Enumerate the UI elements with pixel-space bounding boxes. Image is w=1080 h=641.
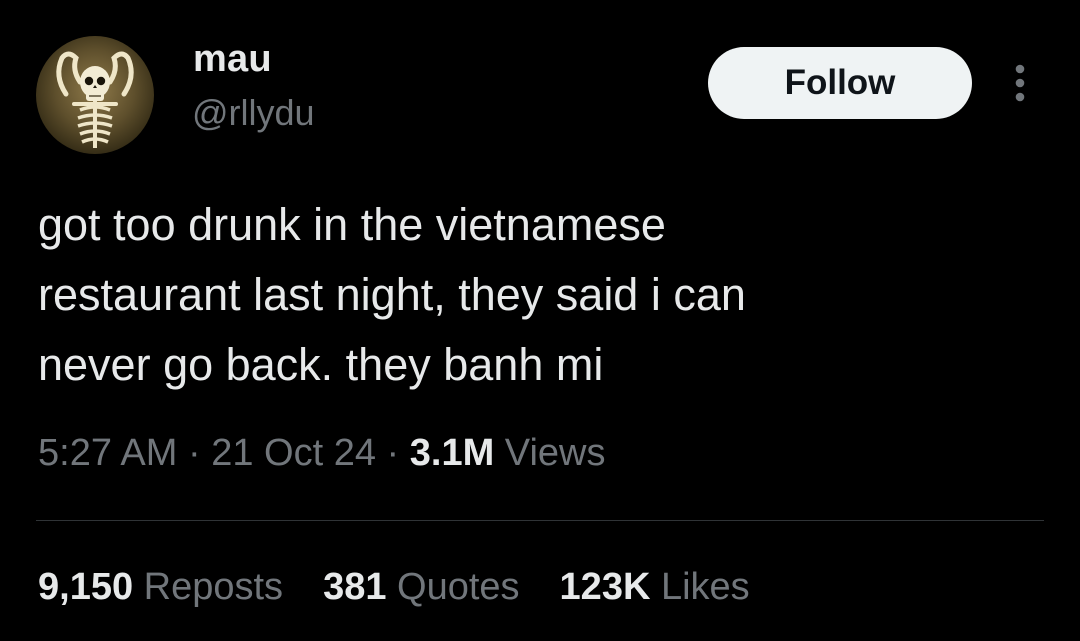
reposts-label: Reposts [133, 566, 284, 608]
reposts-stat[interactable]: 9,150 Reposts [38, 566, 283, 609]
skeleton-icon [56, 51, 134, 148]
tweet-text: got too drunk in the vietnamese restaura… [38, 190, 1038, 400]
likes-stat[interactable]: 123K Likes [560, 566, 750, 609]
meta-separator: · [177, 432, 212, 474]
tweet-time[interactable]: 5:27 AM [38, 432, 177, 474]
views-label: Views [494, 432, 606, 474]
likes-count: 123K [559, 566, 651, 608]
tweet-text-line: got too drunk in the vietnamese [38, 199, 666, 250]
engagement-stats: 9,150 Reposts 381 Quotes 123K Likes [38, 566, 750, 609]
tweet-text-line: never go back. they banh mi [38, 339, 604, 390]
likes-label: Likes [650, 566, 750, 608]
reposts-count: 9,150 [38, 566, 134, 608]
tweet-card: mau @rllydu Follow got too drunk in the … [0, 0, 1080, 641]
author-handle[interactable]: @rllydu [192, 92, 315, 134]
tweet-meta: 5:27 AM · 21 Oct 24 · 3.1M Views [38, 432, 605, 475]
more-vertical-icon[interactable] [1004, 60, 1036, 106]
avatar[interactable] [36, 36, 154, 154]
quotes-label: Quotes [386, 566, 520, 608]
meta-separator: · [375, 432, 410, 474]
divider [36, 520, 1044, 521]
follow-button[interactable]: Follow [708, 47, 972, 119]
views-count: 3.1M [409, 432, 495, 474]
tweet-date[interactable]: 21 Oct 24 [211, 432, 376, 474]
author-name[interactable]: mau [193, 38, 272, 81]
quotes-count: 381 [323, 566, 387, 608]
quotes-stat[interactable]: 381 Quotes [323, 566, 519, 609]
tweet-text-line: restaurant last night, they said i can [38, 269, 746, 320]
